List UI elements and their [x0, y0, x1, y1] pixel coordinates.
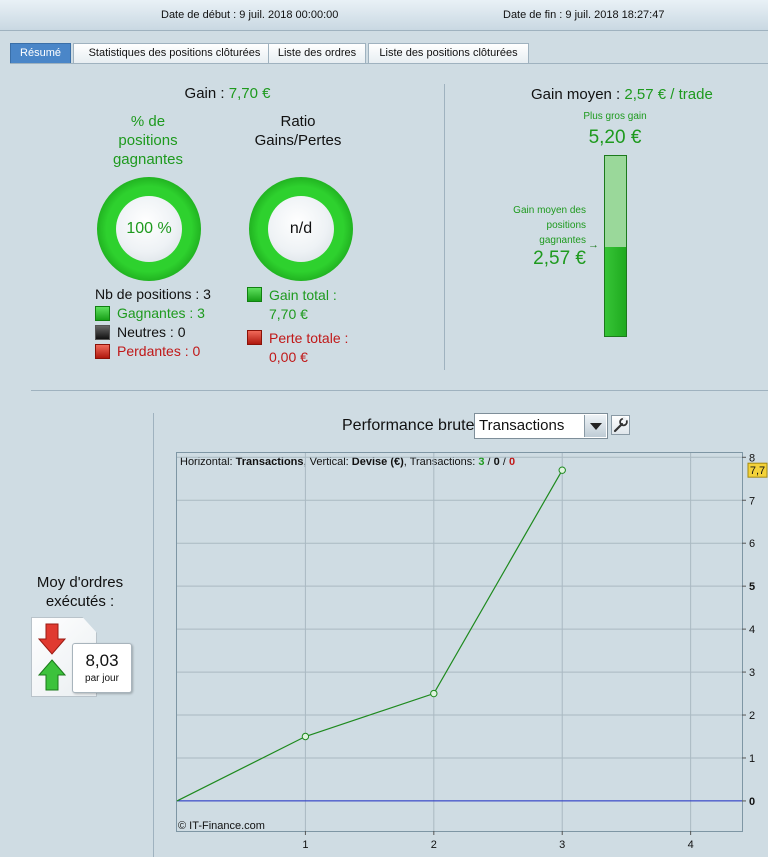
y-tick-label: 8: [749, 452, 755, 464]
y-tick-label: 2: [749, 710, 755, 722]
data-point: [430, 689, 438, 698]
data-point: [301, 732, 310, 741]
y-tick-label: 7: [749, 495, 755, 507]
series-line: [176, 469, 563, 802]
y-tick-label: 4: [749, 624, 755, 636]
x-tick-label: 4: [688, 839, 694, 851]
performance-line-chart: 1 2 3 4 0 1 2 3 4 5 6 7 87,7: [176, 452, 768, 851]
x-tick-label: 1: [302, 839, 308, 851]
data-point: [558, 466, 566, 474]
y-tick-label: 6: [749, 538, 755, 550]
y-tick-label: 1: [749, 753, 755, 765]
y-tick-label: 3: [749, 667, 755, 679]
x-tick-label: 2: [431, 839, 437, 851]
x-tick-label: 3: [559, 839, 565, 851]
last-value-label: 7,7: [750, 465, 765, 477]
y-tick-label: 5: [749, 581, 755, 593]
y-tick-label: 0: [749, 796, 755, 808]
